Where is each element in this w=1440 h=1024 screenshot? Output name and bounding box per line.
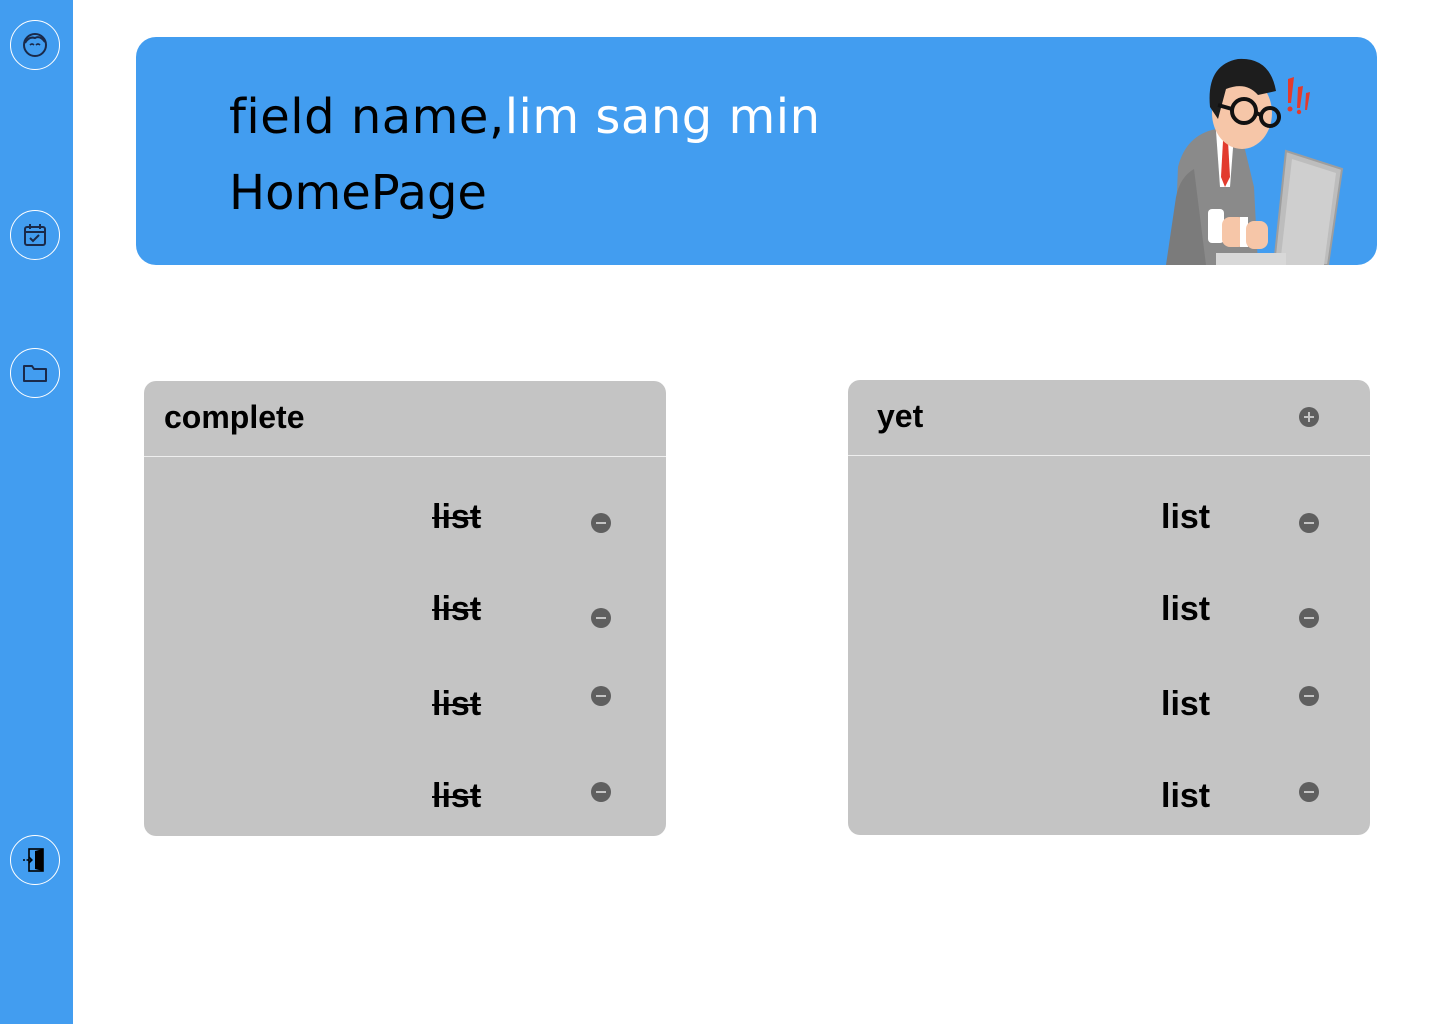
remove-icon[interactable]: [591, 608, 611, 628]
complete-panel-title: complete: [164, 399, 305, 435]
yet-item-label[interactable]: list: [1161, 500, 1210, 534]
greeting: field name,lim sang min: [229, 85, 821, 149]
complete-item-label[interactable]: list: [426, 500, 487, 534]
remove-icon[interactable]: [591, 513, 611, 533]
page-title: HomePage: [229, 165, 487, 221]
remove-icon[interactable]: [1299, 686, 1319, 706]
remove-icon[interactable]: [591, 686, 611, 706]
sidebar-profile-button[interactable]: [10, 20, 60, 70]
complete-item-label[interactable]: list: [426, 592, 487, 626]
calendar-check-icon: [24, 224, 46, 246]
sidebar-logout-button[interactable]: [10, 835, 60, 885]
sidebar-calendar-button[interactable]: [10, 210, 60, 260]
office-worker-illustration: [1166, 58, 1344, 265]
complete-panel-header: complete: [144, 381, 666, 457]
yet-item-label[interactable]: list: [1161, 779, 1210, 813]
add-icon[interactable]: [1299, 407, 1319, 427]
logout-door-icon: [23, 848, 44, 872]
yet-list-item: list: [848, 771, 1370, 821]
remove-icon[interactable]: [1299, 608, 1319, 628]
yet-list-item: list: [848, 584, 1370, 634]
remove-icon[interactable]: [1299, 513, 1319, 533]
sidebar-folder-button[interactable]: [10, 348, 60, 398]
complete-panel: complete list list list list: [144, 381, 666, 836]
greeting-prefix: field name,: [229, 89, 505, 145]
complete-item-label[interactable]: list: [426, 687, 487, 721]
remove-icon[interactable]: [1299, 782, 1319, 802]
complete-list-item: list: [144, 492, 666, 542]
sidebar: [0, 0, 73, 1024]
complete-item-label[interactable]: list: [426, 779, 487, 813]
yet-list-item: list: [848, 492, 1370, 542]
folder-icon: [23, 365, 47, 382]
complete-list-item: list: [144, 771, 666, 821]
face-icon: [23, 33, 47, 57]
user-name: lim sang min: [504, 89, 821, 145]
welcome-banner: field name,lim sang min HomePage: [136, 37, 1377, 265]
remove-icon[interactable]: [591, 782, 611, 802]
yet-item-label[interactable]: list: [1161, 592, 1210, 626]
complete-list-item: list: [144, 679, 666, 729]
yet-item-label[interactable]: list: [1161, 687, 1210, 721]
yet-panel-title: yet: [877, 398, 924, 434]
yet-list-item: list: [848, 679, 1370, 729]
yet-panel-header: yet: [848, 380, 1370, 456]
yet-panel: yet list list list list: [848, 380, 1370, 835]
complete-list-item: list: [144, 584, 666, 634]
